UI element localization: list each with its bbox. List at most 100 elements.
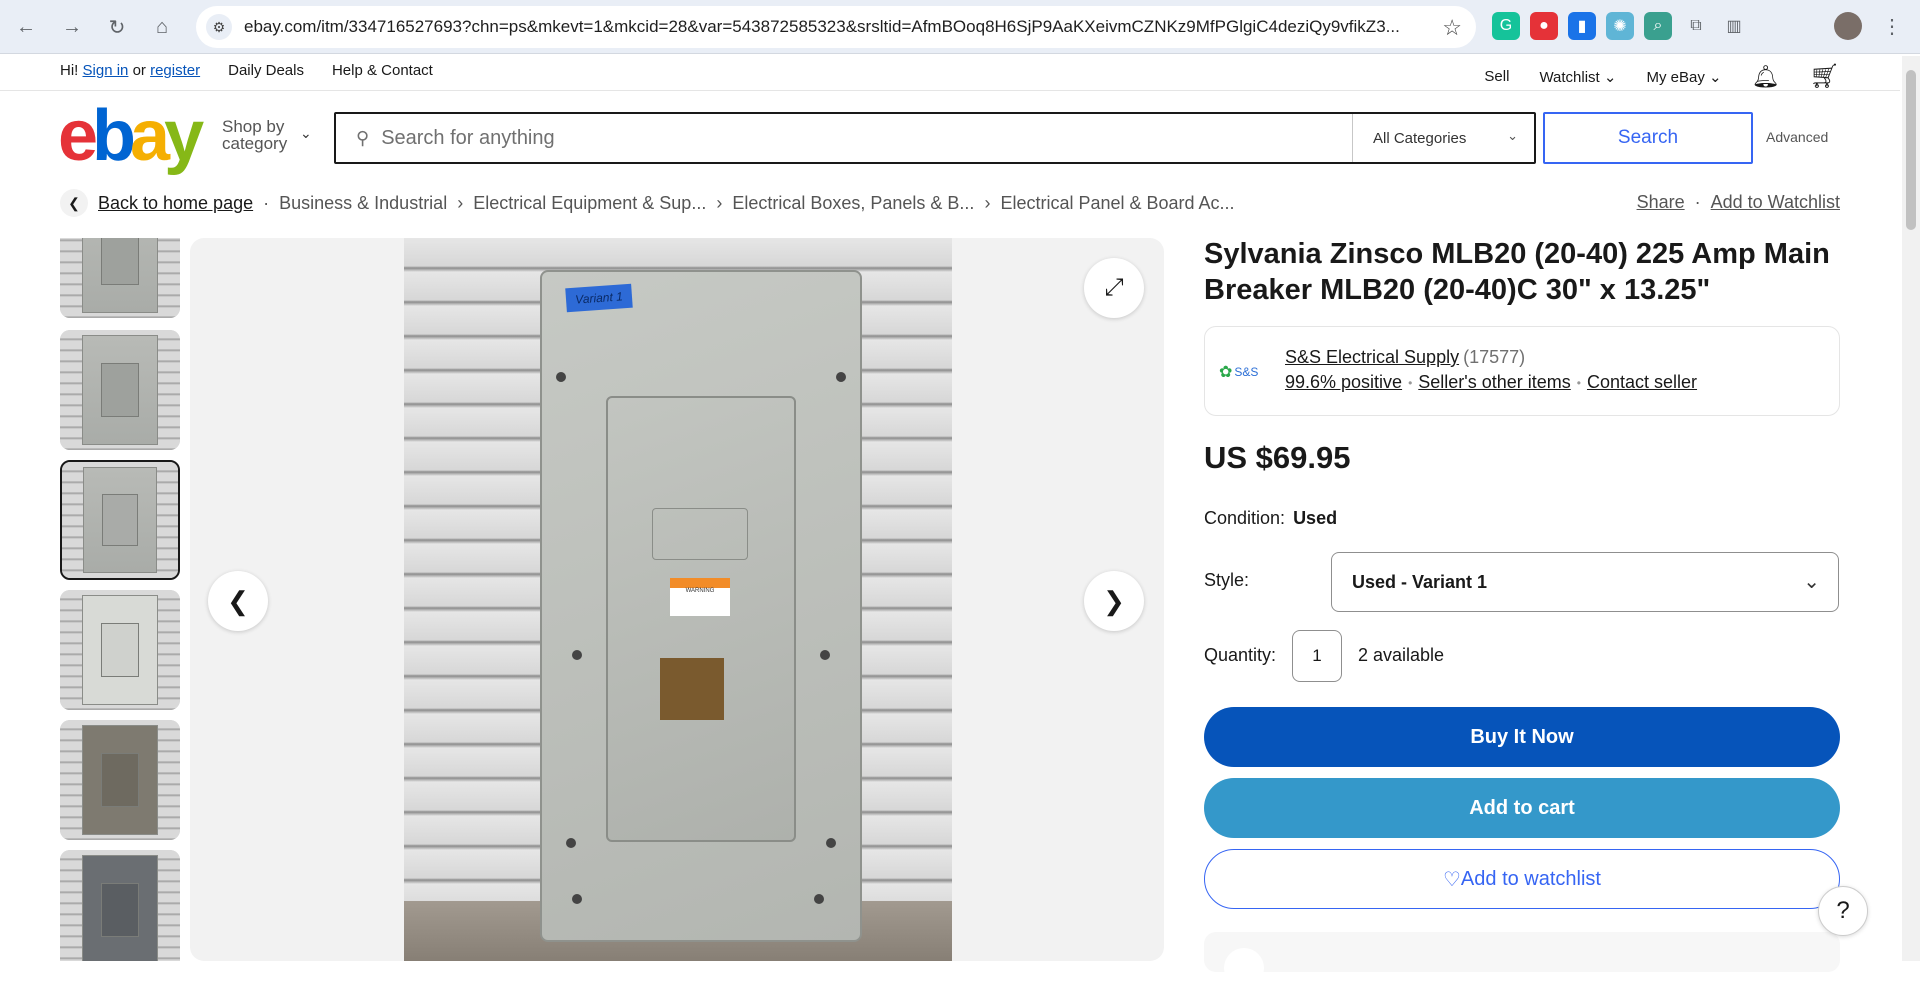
image-gallery: Variant 1 WARNING ❮ ❯ ⤢ (190, 238, 1164, 961)
add-to-cart-button[interactable]: Add to cart (1204, 778, 1840, 838)
advanced-search-link[interactable]: Advanced (1766, 129, 1828, 145)
back-to-home-link[interactable]: Back to home page (98, 193, 253, 214)
panel-cover-image: Variant 1 WARNING (540, 270, 862, 942)
condition-label: Condition: (1204, 508, 1286, 528)
menu-kebab-icon[interactable]: ⋮ (1878, 12, 1906, 40)
quantity-input[interactable]: 1 (1292, 630, 1342, 682)
arrow-left-icon[interactable]: ← (10, 11, 42, 43)
buy-it-now-button[interactable]: Buy It Now (1204, 707, 1840, 767)
breadcrumb-item[interactable]: Business & Industrial (279, 193, 447, 214)
scrollbar-thumb[interactable] (1906, 70, 1916, 230)
page-scrollbar[interactable] (1902, 56, 1920, 961)
url-text[interactable]: ebay.com/itm/334716527693?chn=ps&mkevt=1… (244, 17, 1424, 37)
thumbnail-4[interactable] (60, 590, 180, 710)
site-info-icon[interactable]: ⚙ (206, 14, 232, 40)
pokeball-icon[interactable]: ● (1530, 12, 1558, 40)
profile-avatar[interactable] (1834, 12, 1862, 40)
breadcrumb-separator: · (263, 192, 270, 213)
product-photo[interactable]: Variant 1 WARNING (404, 238, 952, 961)
watchlist-menu[interactable]: Watchlist ⌄ (1539, 68, 1616, 86)
cart-icon[interactable]: 🛒︎ (1810, 62, 1840, 91)
separator-dot: · (1694, 192, 1701, 212)
breadcrumb-item[interactable]: Electrical Boxes, Panels & B... (732, 193, 974, 214)
reload-icon[interactable]: ↻ (101, 11, 133, 43)
seller-name-link[interactable]: S&S Electrical Supply (1285, 347, 1459, 367)
chevron-right-icon: › (984, 192, 991, 213)
breadcrumb-item[interactable]: Electrical Panel & Board Ac... (1000, 193, 1234, 214)
style-select[interactable]: Used - Variant 1 ⌄ (1331, 552, 1839, 612)
category-label: category (222, 134, 288, 153)
seller-feedback-count: (17577) (1463, 347, 1526, 367)
quantity-label: Quantity: (1204, 645, 1277, 665)
sidebar-icon[interactable]: ▥ (1720, 12, 1748, 40)
thumbnail-1[interactable] (60, 238, 180, 318)
next-image-button[interactable]: ❯ (1084, 571, 1144, 631)
register-link[interactable]: register (150, 62, 200, 79)
sellers-other-items-link[interactable]: Seller's other items (1418, 372, 1571, 393)
logo-letter-y: y (164, 96, 204, 176)
thumbnail-5[interactable] (60, 720, 180, 840)
watchlist-label: Watchlist (1539, 68, 1600, 86)
warning-label: WARNING (670, 578, 730, 616)
seller-links: 99.6% positive • Seller's other items • … (1285, 372, 1697, 393)
atom-extension-icon[interactable]: ✺ (1606, 12, 1634, 40)
category-select[interactable]: All Categories ⌄ (1352, 114, 1534, 162)
panel-door: WARNING (606, 396, 796, 842)
search-input[interactable] (381, 126, 1282, 150)
add-to-watchlist-link[interactable]: Add to Watchlist (1711, 192, 1840, 213)
or-text: or (132, 62, 146, 79)
seller-logo-icon: ✿ (1219, 364, 1233, 381)
sell-link[interactable]: Sell (1484, 68, 1509, 85)
search-bar: ⚲ All Categories ⌄ (334, 112, 1536, 164)
thumbnail-3-selected[interactable] (60, 460, 180, 580)
search-button[interactable]: Search (1543, 112, 1753, 164)
add-to-watchlist-label: Add to watchlist (1460, 867, 1601, 890)
thumbnail-6[interactable] (60, 850, 180, 961)
greeting: Hi! Sign in or register (60, 62, 200, 79)
info-circle-icon (1224, 948, 1264, 988)
chevron-right-icon: ❯ (1103, 585, 1125, 616)
separator-dot: • (1408, 375, 1413, 390)
chevron-down-icon[interactable]: ⌄ (300, 125, 312, 142)
item-title: Sylvania Zinsco MLB20 (20-40) 225 Amp Ma… (1204, 238, 1830, 306)
sign-in-link[interactable]: Sign in (83, 62, 129, 79)
arrow-right-icon[interactable]: → (56, 11, 88, 43)
ebay-logo[interactable]: ebay (58, 100, 204, 172)
bell-icon[interactable]: 🔔︎ (1752, 64, 1780, 90)
chevron-down-icon: ⌄ (1709, 68, 1722, 86)
puzzle-icon[interactable]: ⧉ (1682, 12, 1710, 40)
positive-feedback-link[interactable]: 99.6% positive (1285, 372, 1402, 393)
chevron-down-icon: ⌄ (1603, 68, 1617, 86)
expand-image-button[interactable]: ⤢ (1084, 258, 1144, 318)
paper-label (660, 658, 724, 720)
breadcrumb-item[interactable]: Electrical Equipment & Sup... (473, 193, 706, 214)
style-select-value: Used - Variant 1 (1352, 571, 1488, 592)
seller-card: ✿ S&S S&S Electrical Supply (17577) 99.6% … (1204, 326, 1840, 416)
separator-dot: • (1576, 375, 1581, 390)
address-bar[interactable]: ⚙ ebay.com/itm/334716527693?chn=ps&mkevt… (196, 6, 1476, 48)
share-link[interactable]: Share (1637, 192, 1685, 213)
condition-value: Used (1293, 508, 1338, 528)
expand-icon: ⤢ (1104, 274, 1124, 301)
search-extension-icon[interactable]: ⌕ (1644, 12, 1672, 40)
add-to-watchlist-button[interactable]: ♡ Add to watchlist (1204, 849, 1840, 909)
chevron-left-icon[interactable]: ❮ (60, 189, 88, 217)
thumbnail-2[interactable] (60, 330, 180, 450)
daily-deals-link[interactable]: Daily Deals (228, 62, 304, 79)
chevron-left-icon: ❮ (227, 585, 249, 616)
seller-logo[interactable]: ✿ S&S (1219, 357, 1271, 387)
shop-by-category-button[interactable]: Shop by category (222, 118, 287, 152)
chevron-right-icon: › (457, 192, 464, 213)
help-button[interactable]: ? (1818, 886, 1868, 936)
item-price: US $69.95 (1204, 440, 1351, 475)
home-icon[interactable]: ⌂ (146, 11, 178, 43)
help-contact-link[interactable]: Help & Contact (332, 62, 433, 79)
bookmark-star-icon[interactable]: ☆ (1442, 15, 1462, 41)
my-ebay-menu[interactable]: My eBay ⌄ (1646, 68, 1721, 86)
previous-image-button[interactable]: ❮ (208, 571, 268, 631)
chart-extension-icon[interactable]: ▮ (1568, 12, 1596, 40)
logo-letter-b: b (92, 96, 136, 176)
seller-logo-text: S&S (1234, 365, 1259, 379)
grammarly-icon[interactable]: G (1492, 12, 1520, 40)
contact-seller-link[interactable]: Contact seller (1587, 372, 1697, 393)
